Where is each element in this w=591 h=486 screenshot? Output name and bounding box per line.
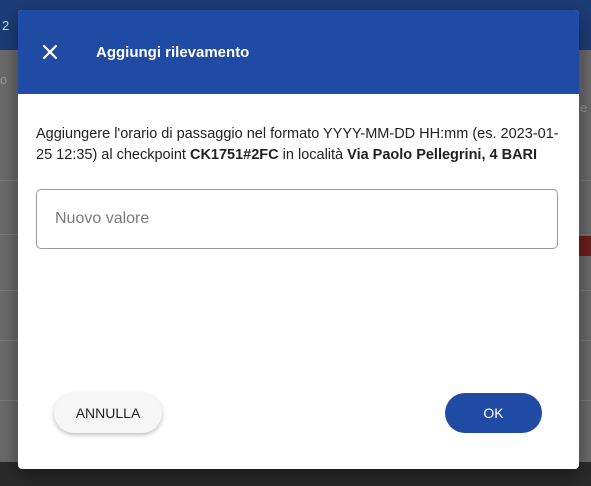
description-middle: in località bbox=[278, 147, 348, 163]
dialog-header: Aggiungi rilevamento bbox=[18, 10, 579, 94]
new-value-input[interactable] bbox=[53, 209, 541, 229]
background-text: o bbox=[0, 72, 8, 87]
checkpoint-code: CK1751#2FC bbox=[189, 147, 279, 163]
new-value-field[interactable] bbox=[36, 189, 558, 249]
add-detection-dialog: Aggiungi rilevamento Aggiungere l'orario… bbox=[18, 10, 579, 469]
dialog-body: Aggiungere l'orario di passaggio nel for… bbox=[18, 94, 579, 249]
close-button[interactable] bbox=[38, 40, 62, 64]
checkpoint-location: Via Paolo Pellegrini, 4 BARI bbox=[347, 147, 538, 163]
close-icon bbox=[42, 44, 58, 60]
background-header-text: 2 bbox=[2, 18, 10, 33]
cancel-button[interactable]: ANNULLA bbox=[54, 393, 162, 433]
dialog-title: Aggiungi rilevamento bbox=[96, 43, 250, 61]
ok-button[interactable]: OK bbox=[445, 393, 542, 433]
dialog-description: Aggiungere l'orario di passaggio nel for… bbox=[36, 124, 561, 166]
background-text: e bbox=[580, 100, 588, 115]
background-status-marker bbox=[577, 236, 591, 256]
